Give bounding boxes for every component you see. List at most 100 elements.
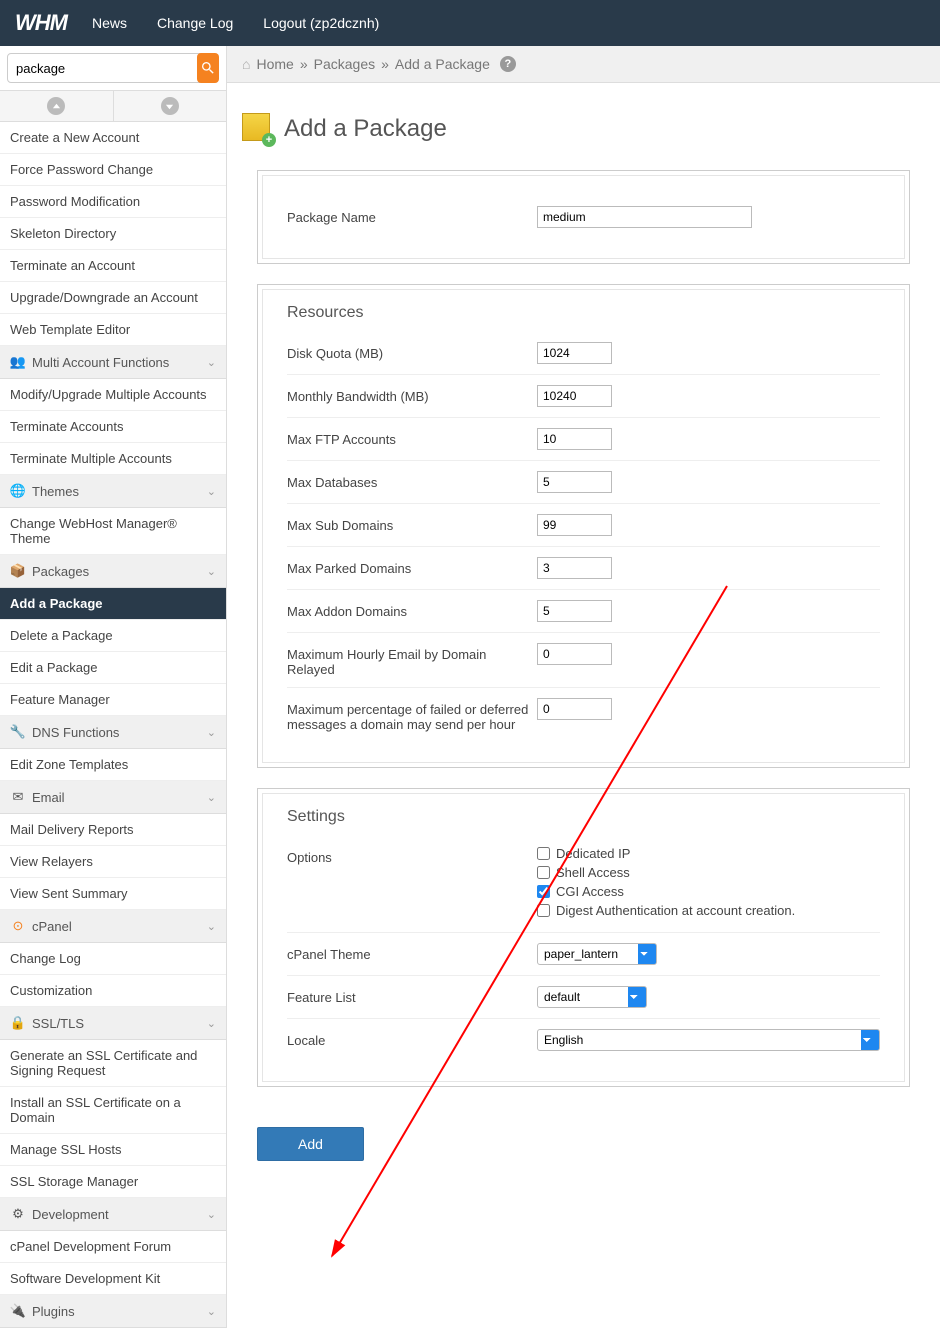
breadcrumb-home[interactable]: Home [256,56,293,72]
sidebar-item[interactable]: SSL Storage Manager [0,1166,226,1198]
cgi-checkbox[interactable]: CGI Access [537,884,880,899]
sidebar-section-themes[interactable]: 🌐Themes ⌄ [0,475,226,508]
home-icon: ⌂ [242,56,250,72]
sidebar-item[interactable]: Change WebHost Manager® Theme [0,508,226,555]
package-name-input[interactable] [537,206,752,228]
search-input[interactable] [7,53,201,83]
sidebar-item[interactable]: Web Template Editor [0,314,226,346]
package-name-panel: Package Name [257,170,910,264]
shell-checkbox[interactable]: Shell Access [537,865,880,880]
sidebar-item[interactable]: Force Password Change [0,154,226,186]
chevron-down-icon: ⌄ [207,1017,216,1030]
failed-input[interactable] [537,698,612,720]
resources-title: Resources [263,290,904,332]
theme-label: cPanel Theme [287,943,537,962]
disk-quota-input[interactable] [537,342,612,364]
digest-checkbox[interactable]: Digest Authentication at account creatio… [537,903,880,918]
bandwidth-input[interactable] [537,385,612,407]
feature-select[interactable]: default [537,986,647,1008]
breadcrumb-current: Add a Package [395,56,490,72]
sidebar-section-cpanel[interactable]: ⊙ cPanel ⌄ [0,910,226,943]
sidebar-item[interactable]: Delete a Package [0,620,226,652]
breadcrumb-packages[interactable]: Packages [314,56,375,72]
sidebar-item[interactable]: Customization [0,975,226,1007]
add-button[interactable]: Add [257,1127,364,1161]
sidebar-item-add-package[interactable]: Add a Package [0,588,226,620]
options-label: Options [287,846,537,865]
sidebar-item[interactable]: Password Modification [0,186,226,218]
arrow-down-button[interactable] [114,91,227,121]
parked-input[interactable] [537,557,612,579]
whm-logo: WHM [15,10,67,36]
settings-panel: Settings Options Dedicated IP Shell Acce… [257,788,910,1087]
sidebar-item[interactable]: Create a New Account [0,122,226,154]
sidebar-section-packages[interactable]: 📦Packages ⌄ [0,555,226,588]
sidebar-item[interactable]: Change Log [0,943,226,975]
sidebar-item[interactable]: Install an SSL Certificate on a Domain [0,1087,226,1134]
sidebar-item[interactable]: Mail Delivery Reports [0,814,226,846]
sidebar-item[interactable]: Skeleton Directory [0,218,226,250]
sidebar-section-development[interactable]: ⚙Development ⌄ [0,1198,226,1231]
sidebar-item[interactable]: Upgrade/Downgrade an Account [0,282,226,314]
nav-news[interactable]: News [92,15,127,31]
sidebar-item[interactable]: Terminate Multiple Accounts [0,443,226,475]
breadcrumb: ⌂ Home » Packages » Add a Package ? [227,46,940,83]
hourly-input[interactable] [537,643,612,665]
addon-input[interactable] [537,600,612,622]
topnav: News Change Log Logout (zp2dcznh) [92,15,379,31]
locale-select[interactable]: English [537,1029,880,1051]
sidebar-item[interactable]: View Sent Summary [0,878,226,910]
sidebar-section-ssl[interactable]: 🔒 SSL/TLS ⌄ [0,1007,226,1040]
sidebar-item[interactable]: Terminate Accounts [0,411,226,443]
search-icon [200,60,216,76]
sidebar-item[interactable]: Generate an SSL Certificate and Signing … [0,1040,226,1087]
chevron-down-icon: ⌄ [207,791,216,804]
bandwidth-label: Monthly Bandwidth (MB) [287,385,537,404]
sidebar-section-label: Plugins [32,1304,75,1319]
arrow-down-icon [165,102,174,111]
sidebar-section-label: Multi Account Functions [32,355,169,370]
arrow-up-icon [52,102,61,111]
nav-logout[interactable]: Logout (zp2dcznh) [263,15,379,31]
sidebar-item[interactable]: Terminate an Account [0,250,226,282]
sidebar-section-label: cPanel [32,919,72,934]
sidebar-section-plugins[interactable]: 🔌Plugins ⌄ [0,1295,226,1328]
settings-title: Settings [263,794,904,836]
locale-label: Locale [287,1029,537,1048]
sidebar-item[interactable]: Feature Manager [0,684,226,716]
sidebar-item[interactable]: cPanel Development Forum [0,1231,226,1263]
failed-label: Maximum percentage of failed or deferred… [287,698,537,732]
arrow-up-button[interactable] [0,91,114,121]
lock-icon: 🔒 [10,1015,26,1031]
feature-label: Feature List [287,986,537,1005]
sidebar-item[interactable]: Software Development Kit [0,1263,226,1295]
ftp-label: Max FTP Accounts [287,428,537,447]
chevron-down-icon: ⌄ [207,920,216,933]
sidebar-section-label: DNS Functions [32,725,119,740]
nav-changelog[interactable]: Change Log [157,15,233,31]
chevron-down-icon: ⌄ [207,1305,216,1318]
help-icon[interactable]: ? [500,56,516,72]
arrow-nav [0,90,226,122]
ftp-input[interactable] [537,428,612,450]
sidebar-section-multi[interactable]: 👥Multi Account Functions ⌄ [0,346,226,379]
sidebar-section-dns[interactable]: 🔧DNS Functions ⌄ [0,716,226,749]
sidebar-section-label: Packages [32,564,89,579]
theme-select[interactable]: paper_lantern [537,943,657,965]
package-icon: 📦 [10,563,26,579]
sidebar-item[interactable]: Edit a Package [0,652,226,684]
db-input[interactable] [537,471,612,493]
chevron-down-icon: ⌄ [207,1208,216,1221]
chevron-down-icon: ⌄ [207,356,216,369]
search-button[interactable] [197,53,219,83]
topbar: WHM News Change Log Logout (zp2dcznh) [0,0,940,46]
sidebar-item[interactable]: Modify/Upgrade Multiple Accounts [0,379,226,411]
sidebar-section-label: SSL/TLS [32,1016,84,1031]
sub-input[interactable] [537,514,612,536]
sidebar-item[interactable]: Edit Zone Templates [0,749,226,781]
dedicated-ip-checkbox[interactable]: Dedicated IP [537,846,880,861]
cpanel-icon: ⊙ [10,918,26,934]
sidebar-item[interactable]: Manage SSL Hosts [0,1134,226,1166]
sidebar-item[interactable]: View Relayers [0,846,226,878]
sidebar-section-email[interactable]: ✉Email ⌄ [0,781,226,814]
